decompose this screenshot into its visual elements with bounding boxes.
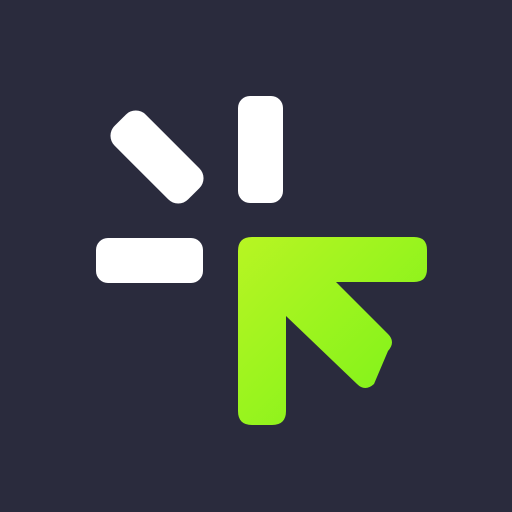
click-ray-horizontal <box>96 238 203 283</box>
cursor-click-icon <box>0 0 512 512</box>
click-ray-vertical <box>238 96 283 203</box>
app-icon <box>0 0 512 512</box>
